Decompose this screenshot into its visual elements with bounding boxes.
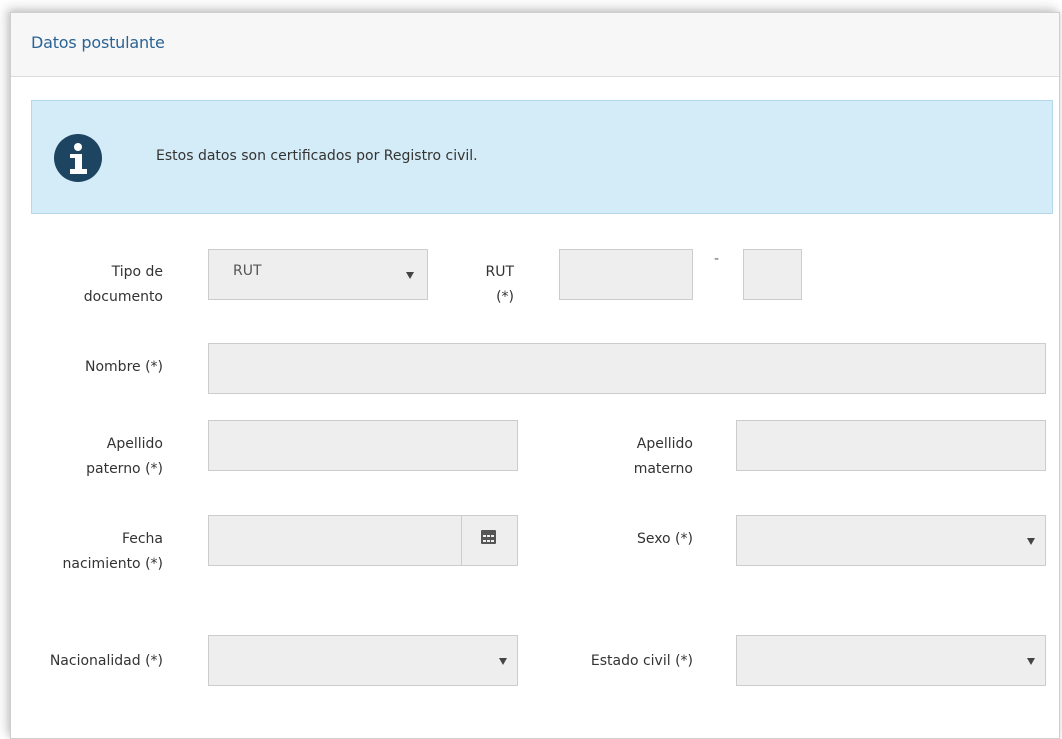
chevron-down-icon [1027, 658, 1035, 665]
rut-dv-input[interactable] [743, 249, 802, 300]
info-alert: Estos datos son certificados por Registr… [31, 100, 1053, 214]
name-label: Nombre (*) [85, 359, 163, 375]
birth-date-input[interactable] [208, 515, 463, 566]
paternal-surname-input[interactable] [208, 420, 518, 471]
marital-status-select[interactable] [736, 635, 1046, 686]
info-icon [54, 134, 102, 182]
chevron-down-icon [1027, 538, 1035, 545]
panel-heading: Datos postulante [11, 13, 1059, 77]
document-type-value: RUT [233, 263, 262, 279]
rut-separator: - [714, 251, 720, 267]
panel-title: Datos postulante [31, 33, 165, 52]
rut-label: RUT (*) [485, 264, 514, 305]
name-input[interactable] [208, 343, 1046, 394]
marital-status-label: Estado civil (*) [590, 653, 693, 669]
maternal-surname-label: Apellido materno [633, 436, 693, 477]
calendar-icon [481, 530, 496, 544]
nationality-label: Nacionalidad (*) [49, 653, 163, 669]
sex-label: Sexo (*) [636, 531, 693, 547]
applicant-data-panel: Datos postulante Estos datos son certifi… [10, 12, 1060, 739]
document-type-label: Tipo de documento [83, 264, 163, 305]
sex-select[interactable] [736, 515, 1046, 566]
calendar-button[interactable] [461, 515, 518, 566]
nationality-select[interactable] [208, 635, 518, 686]
birth-date-label: Fecha nacimiento (*) [62, 531, 163, 572]
document-type-select[interactable]: RUT [208, 249, 428, 300]
maternal-surname-input[interactable] [736, 420, 1046, 471]
rut-number-input[interactable] [559, 249, 693, 300]
chevron-down-icon [499, 658, 507, 665]
chevron-down-icon [406, 272, 414, 279]
paternal-surname-label: Apellido paterno (*) [86, 436, 163, 477]
alert-text: Estos datos son certificados por Registr… [156, 148, 478, 164]
